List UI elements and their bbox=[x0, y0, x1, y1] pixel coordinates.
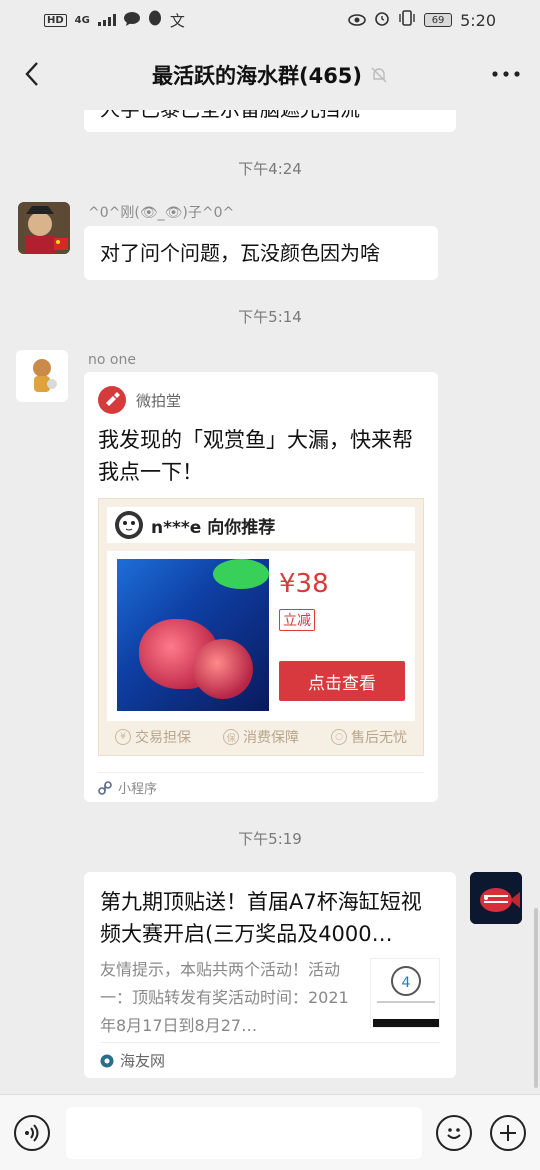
message-bubble[interactable]: 对了问个问题，瓦没颜色因为啥 bbox=[84, 226, 438, 280]
weipaitang-logo-icon bbox=[98, 386, 126, 414]
timestamp: 下午4:24 bbox=[238, 160, 302, 178]
product-price: ¥38 bbox=[279, 569, 329, 599]
message-text: 人字已黎已全示留脑遮光挡流 bbox=[84, 110, 456, 122]
timestamp: 下午5:14 bbox=[238, 308, 302, 326]
article-description: 友情提示，本贴共两个活动！活动一：顶贴转发有奖活动时间：2021年8月17日到8… bbox=[100, 960, 349, 1035]
emoji-button[interactable] bbox=[436, 1115, 472, 1151]
miniprogram-icon bbox=[98, 780, 112, 795]
miniprogram-app-name: 微拍堂 bbox=[136, 391, 182, 410]
input-bar bbox=[0, 1094, 540, 1170]
back-arrow-icon bbox=[25, 62, 38, 86]
vibrate-icon bbox=[398, 10, 416, 30]
chat-area[interactable]: 人字已黎已全示留脑遮光挡流 下午4:24 ^0^刚(👁_👁)子^0^ 对了问个问… bbox=[0, 110, 540, 1094]
sender-nickname: no one bbox=[88, 352, 136, 368]
miniprogram-footer: 小程序 bbox=[98, 772, 424, 802]
signal-icon bbox=[97, 11, 116, 30]
message-text: 对了问个问题，瓦没颜色因为啥 bbox=[100, 241, 380, 265]
status-left: HD 4G 文 bbox=[44, 10, 185, 31]
clock-time: 5:20 bbox=[460, 10, 496, 30]
product-card[interactable]: ¥38 立减 点击查看 bbox=[107, 551, 415, 721]
miniprogram-label: 小程序 bbox=[118, 782, 158, 797]
guarantee-item: ○ 售后无忧 bbox=[331, 727, 407, 747]
alarm-icon bbox=[374, 10, 390, 30]
penguin-avatar-icon bbox=[115, 511, 143, 539]
avatar[interactable] bbox=[18, 202, 70, 254]
guarantee-item: 保 消费保障 bbox=[223, 727, 299, 747]
message-bubble[interactable]: 人字已黎已全示留脑遮光挡流 bbox=[84, 110, 456, 132]
mute-bell-icon bbox=[370, 66, 388, 84]
aftersale-icon: ○ bbox=[331, 729, 347, 745]
guarantee-label: 消费保障 bbox=[243, 730, 299, 746]
avatar[interactable] bbox=[470, 872, 522, 924]
network-label: 4G bbox=[74, 14, 90, 26]
miniprogram-card[interactable]: 微拍堂 我发现的「观赏鱼」大漏，快来帮我点一下！ n***e 向你推荐 ¥38 … bbox=[84, 372, 438, 802]
miniprogram-header: 微拍堂 bbox=[84, 372, 438, 414]
coral-product-image bbox=[117, 559, 269, 711]
avatar[interactable] bbox=[16, 350, 68, 402]
guarantee-label: 售后无忧 bbox=[351, 730, 407, 746]
message-input[interactable] bbox=[66, 1107, 422, 1159]
view-button[interactable]: 点击查看 bbox=[279, 661, 405, 701]
timestamp: 下午5:19 bbox=[238, 830, 302, 848]
chat-header: 最活跃的海水群(465) bbox=[0, 40, 540, 110]
article-footer: 海友网 bbox=[100, 1042, 440, 1078]
recommend-bar: n***e 向你推荐 bbox=[107, 507, 415, 543]
title-group: 最活跃的海水群(465) bbox=[152, 60, 388, 90]
more-icon bbox=[492, 71, 520, 77]
shield-icon: ¥ bbox=[115, 729, 131, 745]
more-button[interactable] bbox=[486, 54, 526, 94]
plus-icon bbox=[500, 1125, 516, 1141]
voice-icon bbox=[25, 1124, 39, 1142]
miniprogram-preview[interactable]: n***e 向你推荐 ¥38 立减 点击查看 ¥ 交易担保 保 消费保障 ○ 售… bbox=[98, 498, 424, 756]
sender-nickname: ^0^刚(👁_👁)子^0^ bbox=[88, 205, 235, 221]
guarantee-row: ¥ 交易担保 保 消费保障 ○ 售后无忧 bbox=[99, 727, 423, 747]
penguin-icon bbox=[148, 10, 162, 30]
emoji-icon bbox=[447, 1128, 461, 1139]
status-bar: HD 4G 文 69 5:20 bbox=[0, 0, 540, 40]
haiyou-logo-icon bbox=[100, 1054, 114, 1067]
chat-bubble-icon bbox=[123, 11, 140, 30]
miniprogram-title: 我发现的「观赏鱼」大漏，快来帮我点一下！ bbox=[98, 428, 413, 484]
back-button[interactable] bbox=[12, 54, 52, 94]
translate-icon: 文 bbox=[169, 11, 185, 30]
battery-icon: 69 bbox=[424, 13, 453, 27]
voice-button[interactable] bbox=[14, 1115, 50, 1151]
article-thumbnail: 4 bbox=[370, 958, 440, 1028]
guarantee-label: 交易担保 bbox=[135, 730, 191, 746]
recommender-text: n***e 向你推荐 bbox=[151, 517, 276, 538]
hd-icon: HD bbox=[44, 13, 67, 27]
page-title: 最活跃的海水群(465) bbox=[151, 64, 363, 88]
guarantee-item: ¥ 交易担保 bbox=[115, 727, 191, 747]
discount-tag: 立减 bbox=[279, 609, 315, 631]
article-source: 海友网 bbox=[120, 1052, 166, 1070]
svg-text:4: 4 bbox=[402, 975, 411, 991]
article-link-card[interactable]: 第九期顶贴送！首届A7杯海缸短视频大赛开启(三万奖品及4000… 友情提示，本贴… bbox=[84, 872, 456, 1078]
protect-icon: 保 bbox=[223, 729, 239, 745]
article-title: 第九期顶贴送！首届A7杯海缸短视频大赛开启(三万奖品及4000… bbox=[100, 890, 422, 946]
eye-icon bbox=[348, 11, 366, 30]
status-right: 69 5:20 bbox=[348, 10, 496, 30]
plus-button[interactable] bbox=[490, 1115, 526, 1151]
scrollbar[interactable] bbox=[534, 908, 538, 1088]
